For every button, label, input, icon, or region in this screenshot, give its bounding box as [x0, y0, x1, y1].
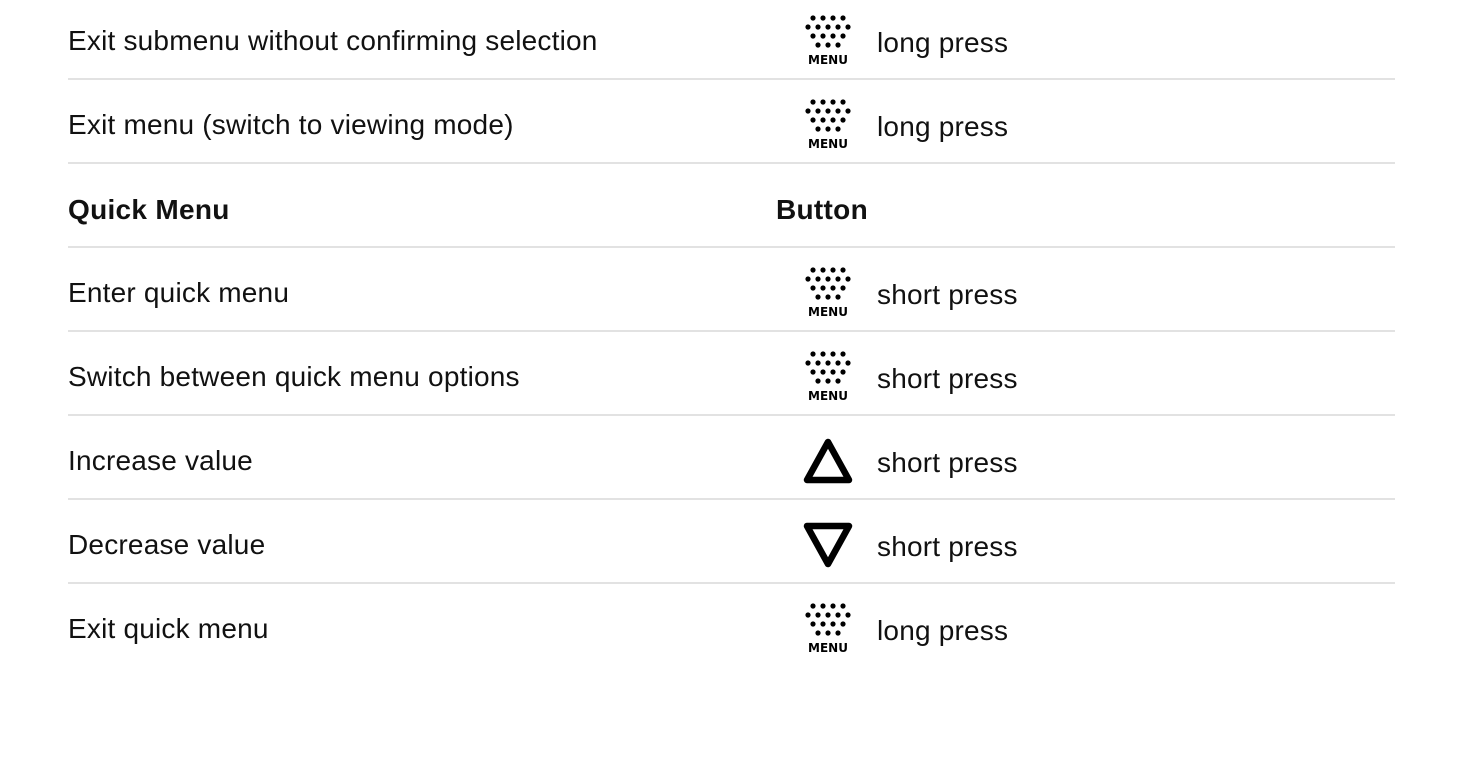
press-type: long press: [877, 615, 1009, 646]
press-type: long press: [877, 27, 1009, 58]
action-text: Increase value: [68, 445, 253, 476]
press-type: short press: [877, 447, 1018, 478]
svg-text:MENU: MENU: [808, 641, 848, 655]
menu-button-icon: MENU: [800, 97, 856, 153]
press-type: short press: [877, 531, 1018, 562]
table-row: Exit submenu without confirming selectio…: [68, 0, 1395, 80]
column-header-button: Button: [776, 194, 868, 225]
section-header-row: Quick Menu Button: [68, 164, 1395, 248]
menu-button-icon: MENU: [800, 13, 856, 69]
press-type: short press: [877, 363, 1018, 394]
section-title: Quick Menu: [68, 194, 230, 225]
action-text: Switch between quick menu options: [68, 361, 520, 392]
table-row: Increase value short press: [68, 416, 1395, 500]
menu-button-icon: MENU: [800, 265, 856, 321]
svg-text:MENU: MENU: [808, 53, 848, 67]
svg-text:MENU: MENU: [808, 389, 848, 403]
table-row: Exit menu (switch to viewing mode) MENU …: [68, 80, 1395, 164]
action-text: Decrease value: [68, 529, 266, 560]
svg-text:MENU: MENU: [808, 305, 848, 319]
table-row: Decrease value short press: [68, 500, 1395, 584]
menu-button-icon: MENU: [800, 601, 856, 657]
action-text: Exit menu (switch to viewing mode): [68, 109, 514, 140]
press-type: short press: [877, 279, 1018, 310]
table-row: Exit quick menu MENU long press: [68, 584, 1395, 668]
button-reference-table: Exit submenu without confirming selectio…: [68, 0, 1395, 668]
press-type: long press: [877, 111, 1009, 142]
action-text: Enter quick menu: [68, 277, 290, 308]
action-text: Exit quick menu: [68, 613, 269, 644]
table-row: Enter quick menu MENU short press: [68, 248, 1395, 332]
action-text: Exit submenu without confirming selectio…: [68, 25, 598, 56]
down-triangle-icon: [800, 517, 856, 573]
up-triangle-icon: [800, 433, 856, 489]
menu-button-icon: MENU: [800, 349, 856, 405]
svg-text:MENU: MENU: [808, 137, 848, 151]
table-row: Switch between quick menu options MENU s…: [68, 332, 1395, 416]
